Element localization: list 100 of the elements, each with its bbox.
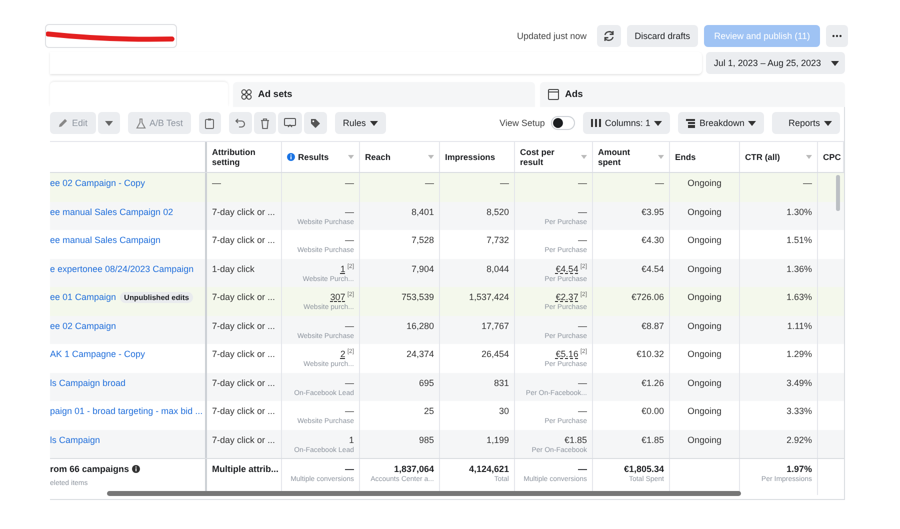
column-header[interactable]: CPC — [823, 152, 841, 162]
table-cell: Ongoing — [687, 434, 722, 444]
columns-dropdown[interactable]: Columns: 1 — [582, 112, 670, 134]
column-header[interactable]: Cost per result — [520, 147, 578, 167]
campaign-link[interactable]: AK 1 Campagne - Copy — [50, 349, 146, 359]
table-cell: 695 — [418, 378, 434, 388]
tag-icon — [310, 118, 321, 128]
delete-button[interactable] — [254, 112, 276, 134]
column-header[interactable]: CTR (all) — [745, 152, 803, 162]
table-cell: Multiple attrib... — [212, 464, 278, 474]
table-cell: €1,805.34 — [624, 464, 664, 474]
table-cell: 8,520 — [486, 206, 509, 216]
table-cell: 24,374 — [406, 349, 434, 359]
caret-icon — [104, 120, 113, 126]
table-cell: — — [345, 320, 354, 330]
table-cell: Ongoing — [687, 264, 722, 274]
edit-menu-button[interactable] — [98, 112, 120, 134]
table-cell: €4.54 $^{[2]}$ — [556, 264, 587, 274]
table-cell: €1.85 — [641, 434, 664, 444]
column-header[interactable]: Attribution setting — [212, 147, 276, 167]
table-cell: — — [345, 406, 354, 416]
undo-icon — [234, 118, 246, 128]
account-field[interactable] — [45, 24, 177, 48]
level-tab[interactable]: Ad sets — [233, 82, 535, 107]
table-cell: Ongoing — [687, 178, 722, 188]
table-cell: €5.16 $^{[2]}$ — [556, 349, 587, 359]
table-cell: — — [425, 178, 434, 188]
rules-dropdown[interactable]: Rules — [334, 112, 386, 134]
view-setup-label: View Setup — [500, 118, 545, 128]
table-cell: — — [345, 206, 354, 216]
campaign-link[interactable]: ee 01 Campaign — [50, 292, 116, 302]
scrollbar-thumb[interactable] — [107, 491, 741, 496]
table-row[interactable]: ee 02 Campaign - Copy — — — — — — Ongoing — — [50, 173, 844, 202]
table-cell: 25 — [424, 406, 434, 416]
table-cell: 1 — [348, 434, 354, 444]
table-cell: €1.26 — [641, 378, 664, 388]
table-cell: — — [655, 178, 664, 188]
campaign-link[interactable]: ls Campaign broad — [50, 378, 126, 388]
table-cell: 1.29% — [786, 349, 812, 359]
info-icon[interactable] — [132, 465, 140, 473]
column-header[interactable]: Ends — [675, 152, 734, 162]
table-cell: 17,767 — [481, 320, 509, 330]
campaign-link[interactable]: ee 02 Campaign — [50, 320, 116, 330]
reports-dropdown[interactable]: Reports — [772, 112, 840, 134]
clipboard-button[interactable] — [198, 112, 221, 134]
table-cell: — — [345, 378, 354, 388]
table-cell: €726.06 — [631, 292, 664, 302]
table-cell: 7-day click or ... — [212, 434, 276, 444]
columns-icon — [590, 119, 601, 127]
table-cell: 1.11% — [787, 320, 812, 330]
more-button[interactable] — [826, 25, 848, 47]
table-cell: 7-day click or ... — [212, 320, 276, 330]
table-cell: — — [345, 235, 354, 245]
campaign-link[interactable]: ls Campaign — [50, 434, 100, 444]
discard-drafts-button[interactable]: Discard drafts — [626, 25, 698, 47]
caret-icon — [831, 60, 839, 66]
column-header[interactable]: Reach — [365, 152, 425, 162]
table-cell: — — [578, 406, 587, 416]
caret-icon — [824, 120, 832, 126]
trash-icon — [260, 118, 270, 128]
column-header[interactable]: Amount spent — [598, 147, 655, 167]
table-cell: 8,401 — [411, 206, 434, 216]
campaign-link[interactable]: ee 02 Campaign - Copy — [50, 178, 146, 188]
table-cell: 26,454 — [481, 349, 509, 359]
refresh-button[interactable] — [596, 25, 621, 47]
table-cell: — — [578, 178, 587, 188]
breakdown-dropdown[interactable]: Breakdown — [678, 112, 764, 134]
table-cell: €10.32 — [636, 349, 664, 359]
table-cell: 1,837,064 — [394, 464, 434, 474]
table-cell: 1.63% — [786, 292, 812, 302]
table-cell: Ongoing — [687, 378, 722, 388]
table-cell: 3.49% — [786, 378, 812, 388]
campaign-link[interactable]: ee manual Sales Campaign — [50, 235, 161, 245]
four-circles-icon — [241, 89, 252, 100]
campaign-link[interactable]: e expertonee 08/24/2023 Campaign — [50, 264, 194, 274]
table-cell: €0.00 — [641, 406, 664, 416]
preview-button[interactable] — [278, 112, 302, 134]
view-setup-toggle[interactable] — [550, 116, 575, 130]
monitor-icon — [284, 118, 296, 128]
more-icon — [832, 34, 842, 38]
date-range-dropdown[interactable]: Jul 1, 2023 – Aug 25, 2023 — [706, 52, 845, 74]
table-cell: 985 — [418, 434, 434, 444]
campaign-link[interactable]: paign 01 - broad targeting - max bid ... — [50, 406, 203, 416]
column-header[interactable]: Impressions — [445, 152, 509, 162]
campaign-link[interactable]: ee manual Sales Campaign 02 — [50, 206, 174, 216]
undo-button[interactable] — [228, 112, 252, 134]
level-tab[interactable]: Ads — [540, 82, 845, 107]
table-cell: 7-day click or ... — [212, 235, 276, 245]
update-status: Updated just now — [517, 31, 587, 41]
table-cell: 7-day click or ... — [212, 349, 276, 359]
table-cell: 1-day click — [212, 264, 255, 274]
table-cell: 30 — [498, 406, 509, 416]
table-cell: 7-day click or ... — [212, 206, 276, 216]
table-cell: €3.95 — [641, 206, 664, 216]
table-cell: 7-day click or ... — [212, 406, 276, 416]
column-header[interactable]: Results — [298, 152, 345, 162]
table-cell: 1.30% — [786, 206, 812, 216]
tag-button[interactable] — [304, 112, 327, 134]
table-cell: 7,904 — [411, 264, 434, 274]
scrollbar-thumb[interactable] — [836, 175, 840, 211]
